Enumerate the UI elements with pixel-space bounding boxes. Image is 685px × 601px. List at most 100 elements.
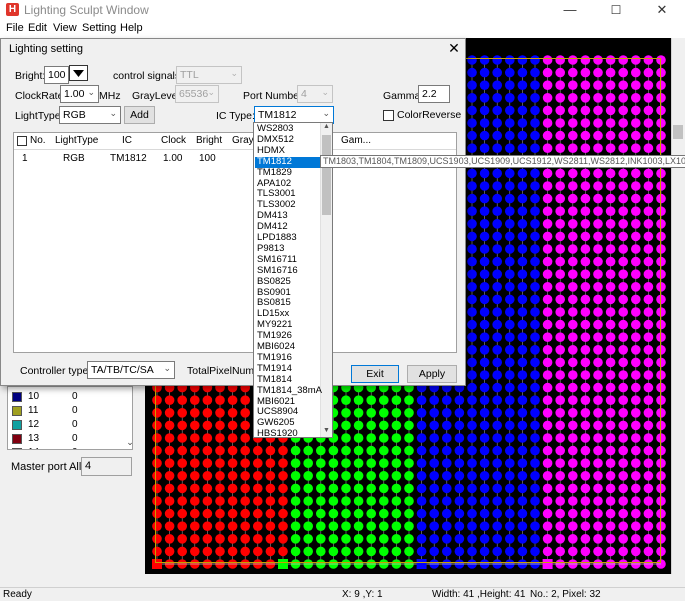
lighting-setting-dialog: Lighting setting ✕ Bright: 100 control s… [0,38,466,386]
title-bar: H Lighting Sculpt Window — ☐ ✕ [0,0,685,20]
clockrate-label: ClockRate: [15,90,67,102]
ic-option[interactable]: HBS1920 [255,428,321,437]
graylevel-select: 65536 ⌄ [175,85,219,103]
port-number: 10 [28,391,40,402]
scroll-up-icon[interactable]: ▲ [320,123,332,133]
status-port-info: No.: 2, Pixel: 32 [530,589,601,600]
app-logo-icon: H [6,3,19,16]
dropdown-scrollbar-thumb[interactable] [322,135,331,215]
scroll-down-icon[interactable]: ▼ [320,427,332,437]
scrollbar-thumb[interactable] [673,125,683,139]
triangle-down-icon [73,70,84,77]
color-reverse-checkbox[interactable] [383,110,394,121]
port-number-select: 4 ⌄ [297,85,333,103]
add-button[interactable]: Add [124,106,155,124]
master-port-field[interactable]: 4 [81,457,132,476]
col-header-ic[interactable]: IC [122,135,132,146]
col-header-lighttype[interactable]: LightType [55,135,98,146]
port-value: 0 [72,419,78,430]
lighttype-value: RGB [63,109,86,121]
col-header-clock[interactable]: Clock [161,135,186,146]
dialog-title: Lighting setting [9,43,83,55]
total-pixel-label: TotalPixelNum: [187,365,258,377]
chevron-down-icon: ⌄ [109,108,117,118]
port-color-swatch [12,448,22,449]
ic-option[interactable]: TM1812 [255,156,321,168]
master-port-label: Master port All: [11,461,85,473]
ic-option[interactable]: BS0825 [255,276,321,288]
port-row[interactable]: 12 0 [8,418,132,432]
minimize-button[interactable]: — [547,0,593,20]
chevron-down-icon: ⌄ [87,87,95,97]
gamma-field[interactable]: 2.2 [418,85,450,103]
vertical-scrollbar[interactable] [671,38,685,574]
ic-option[interactable]: TM1829 [255,167,321,179]
apply-button[interactable]: Apply [407,365,457,383]
controller-type-select[interactable]: TA/TB/TC/SA ⌄ [87,361,175,379]
close-window-button[interactable]: ✕ [639,0,685,20]
col-header-gray[interactable]: Gray [232,135,254,146]
port-row[interactable]: 13 0 [8,432,132,446]
status-size: Width: 41 ,Height: 41 [432,589,526,600]
clockrate-select[interactable]: 1.00 ⌄ [60,85,99,103]
chevron-down-icon: ⌄ [322,108,330,118]
status-ready: Ready [3,589,32,600]
menu-edit[interactable]: Edit [28,22,47,34]
ic-option[interactable]: SM16716 [255,265,321,277]
col-header-no[interactable]: No. [30,135,46,146]
port-value: 0 [72,447,78,449]
ic-type-label: IC Type: [216,110,255,122]
cell-clock: 1.00 [163,153,183,164]
cell-lighttype: RGB [63,153,85,164]
port-color-swatch [12,406,22,416]
controller-type-label: Controller type: [20,365,92,377]
controller-type-value: TA/TB/TC/SA [91,364,154,376]
select-all-checkbox[interactable] [17,136,27,146]
status-coords: X: 9 ,Y: 1 [342,589,383,600]
control-signals-select: TTL ⌄ [176,66,242,84]
port-number-value: 4 [301,88,307,100]
port-number: 12 [28,419,40,430]
menu-file[interactable]: File [6,22,24,34]
menu-help[interactable]: Help [120,22,143,34]
port-row[interactable]: 14 0 [8,446,132,449]
menu-view[interactable]: View [53,22,77,34]
port-color-swatch [12,392,22,402]
clockrate-value: 1.00 [64,88,85,100]
ic-option[interactable]: TM1814_38mA [255,385,322,397]
port-color-swatch [12,434,22,444]
control-signals-label: control signals: [113,70,184,82]
ic-type-value: TM1812 [258,109,297,121]
port-value: 0 [72,405,78,416]
port-color-swatch [12,420,22,430]
bright-field[interactable]: 100 [44,66,69,84]
port-row[interactable]: 11 0 [8,404,132,418]
bright-dropdown-button[interactable] [69,65,88,81]
chevron-down-icon: ⌄ [207,87,215,97]
lighttype-select[interactable]: RGB ⌄ [59,106,121,124]
cell-no: 1 [22,153,28,164]
col-header-bright[interactable]: Bright [196,135,222,146]
control-signals-value: TTL [180,69,199,81]
color-reverse-label: ColorReverse [397,109,462,121]
port-value: 0 [72,433,78,444]
window-title: Lighting Sculpt Window [24,3,149,17]
close-icon[interactable]: ✕ [445,40,463,56]
col-header-gamma[interactable]: Gam... [341,135,371,146]
menu-setting[interactable]: Setting [82,22,116,34]
chevron-down-icon: ⌄ [163,363,171,373]
chevron-down-icon: ⌄ [321,87,329,97]
maximize-button[interactable]: ☐ [593,0,639,20]
port-number: 11 [28,405,39,416]
ic-tooltip: TM1803,TM1804,TM1809,UCS1903,UCS1909,UCS… [320,155,685,168]
port-value: 0 [72,391,78,402]
menu-bar: File Edit View Setting Help [0,20,685,38]
ic-option[interactable]: TM1814 [255,374,321,386]
lighttype-label: LightType: [15,110,64,122]
port-row[interactable]: 10 0 [8,390,132,404]
ic-type-dropdown-list[interactable]: ▲ ▼ WS2803 DMX512 HDMX TM1812 TM1829 APA102 TL… [253,122,333,438]
port-list[interactable]: 10 0 11 0 12 0 13 0 14 0 ⌄ [7,386,133,450]
chevron-down-icon[interactable]: ⌄ [125,437,132,449]
cell-bright: 100 [199,153,216,164]
exit-button[interactable]: Exit [351,365,399,383]
